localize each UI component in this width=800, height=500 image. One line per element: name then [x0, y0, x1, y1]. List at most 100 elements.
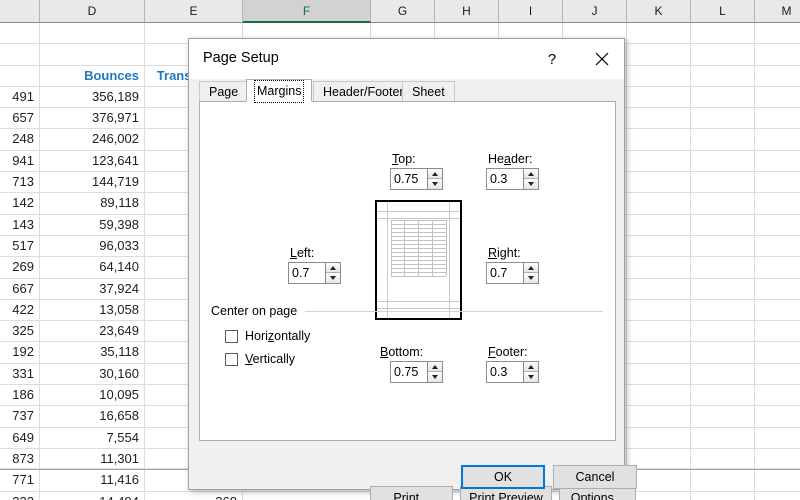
grid-cell[interactable]	[691, 363, 755, 386]
grid-cell[interactable]	[627, 427, 691, 449]
right-margin-stepper[interactable]	[486, 262, 539, 284]
close-icon[interactable]	[580, 39, 624, 79]
header-margin-input[interactable]	[486, 168, 523, 190]
grid-cell[interactable]: 59,398	[40, 214, 145, 236]
ok-button[interactable]: OK	[461, 465, 545, 489]
grid-cell[interactable]: 713	[0, 172, 40, 194]
grid-cell[interactable]	[627, 342, 691, 364]
right-margin-input[interactable]	[486, 262, 523, 284]
grid-cell[interactable]: Bounces	[40, 65, 145, 87]
horizontally-checkbox-box[interactable]	[225, 329, 238, 343]
grid-cell[interactable]: 30,160	[40, 363, 145, 386]
column-header-H[interactable]: H	[435, 0, 499, 23]
grid-cell[interactable]: 37,924	[40, 278, 145, 300]
right-margin-spin-down[interactable]	[524, 273, 538, 283]
grid-cell[interactable]: 192	[0, 342, 40, 364]
left-margin-spin-down[interactable]	[326, 273, 340, 283]
footer-margin-stepper[interactable]	[486, 361, 539, 383]
grid-cell[interactable]	[755, 193, 800, 215]
grid-cell[interactable]	[755, 257, 800, 279]
grid-cell[interactable]: 23,649	[40, 321, 145, 343]
grid-cell[interactable]: 142	[0, 193, 40, 215]
grid-cell[interactable]	[627, 150, 691, 173]
grid-cell[interactable]	[0, 65, 40, 87]
grid-cell[interactable]	[40, 23, 145, 45]
grid-cell[interactable]: 11,416	[40, 470, 145, 492]
grid-cell[interactable]	[691, 342, 755, 364]
tab-page[interactable]: Page	[199, 81, 249, 102]
grid-cell[interactable]	[691, 257, 755, 279]
grid-cell[interactable]	[755, 44, 800, 66]
grid-cell[interactable]	[755, 129, 800, 151]
bottom-margin-input[interactable]	[390, 361, 427, 383]
footer-margin-input[interactable]	[486, 361, 523, 383]
grid-cell[interactable]: 667	[0, 278, 40, 300]
left-margin-spin-buttons[interactable]	[325, 262, 341, 284]
grid-cell[interactable]	[691, 299, 755, 322]
top-margin-spin-down[interactable]	[428, 179, 442, 189]
grid-cell[interactable]	[755, 235, 800, 258]
grid-cell[interactable]	[0, 44, 40, 66]
grid-cell[interactable]	[691, 44, 755, 66]
help-icon[interactable]: ?	[530, 39, 574, 79]
grid-cell[interactable]: 143	[0, 214, 40, 236]
grid-cell[interactable]: 422	[0, 299, 40, 322]
grid-cell[interactable]	[627, 299, 691, 322]
grid-cell[interactable]	[691, 491, 755, 500]
header-margin-stepper[interactable]	[486, 168, 539, 190]
grid-cell[interactable]: 186	[0, 385, 40, 407]
header-margin-spin-up[interactable]	[524, 169, 538, 179]
bottom-margin-stepper[interactable]	[390, 361, 443, 383]
grid-cell[interactable]	[755, 214, 800, 236]
grid-cell[interactable]	[755, 363, 800, 386]
column-header-D[interactable]: D	[40, 0, 145, 23]
grid-cell[interactable]	[691, 278, 755, 300]
grid-cell[interactable]: 376,971	[40, 108, 145, 130]
dialog-title-bar[interactable]: Page Setup ?	[189, 39, 624, 79]
grid-cell[interactable]	[755, 342, 800, 364]
grid-cell[interactable]	[755, 172, 800, 194]
left-margin-spin-up[interactable]	[326, 263, 340, 273]
column-header-c-partial[interactable]	[0, 0, 40, 23]
column-header-I[interactable]: I	[499, 0, 563, 23]
cancel-button[interactable]: Cancel	[553, 465, 637, 489]
checkbox-horizontally[interactable]: Horizontally	[225, 329, 310, 343]
header-margin-spin-buttons[interactable]	[523, 168, 539, 190]
grid-cell[interactable]	[627, 385, 691, 407]
grid-cell[interactable]: 232	[0, 491, 40, 500]
grid-cell[interactable]	[691, 86, 755, 109]
grid-cell[interactable]	[691, 406, 755, 428]
grid-cell[interactable]: 873	[0, 448, 40, 470]
grid-cell[interactable]	[755, 65, 800, 87]
grid-cell[interactable]: 941	[0, 150, 40, 173]
column-header-K[interactable]: K	[627, 0, 691, 23]
grid-cell[interactable]	[755, 427, 800, 449]
grid-cell[interactable]: 331	[0, 363, 40, 386]
grid-cell[interactable]	[755, 321, 800, 343]
grid-cell[interactable]: 657	[0, 108, 40, 130]
column-header-G[interactable]: G	[371, 0, 435, 23]
grid-cell[interactable]	[627, 321, 691, 343]
top-margin-spin-up[interactable]	[428, 169, 442, 179]
footer-margin-spin-up[interactable]	[524, 362, 538, 372]
grid-cell[interactable]	[627, 193, 691, 215]
grid-cell[interactable]	[627, 491, 691, 500]
right-margin-spin-up[interactable]	[524, 263, 538, 273]
grid-cell[interactable]	[755, 406, 800, 428]
grid-cell[interactable]	[755, 299, 800, 322]
grid-cell[interactable]	[627, 129, 691, 151]
grid-cell[interactable]	[0, 23, 40, 45]
grid-cell[interactable]	[243, 491, 371, 500]
grid-cell[interactable]: 10,095	[40, 385, 145, 407]
grid-cell[interactable]	[691, 448, 755, 470]
left-margin-input[interactable]	[288, 262, 325, 284]
grid-cell[interactable]: 269	[0, 257, 40, 279]
right-margin-spin-buttons[interactable]	[523, 262, 539, 284]
top-margin-stepper[interactable]	[390, 168, 443, 190]
bottom-margin-spin-down[interactable]	[428, 372, 442, 382]
grid-cell[interactable]	[755, 150, 800, 173]
grid-cell[interactable]	[691, 172, 755, 194]
grid-cell[interactable]: 35,118	[40, 342, 145, 364]
grid-cell[interactable]	[627, 406, 691, 428]
grid-cell[interactable]	[627, 65, 691, 87]
